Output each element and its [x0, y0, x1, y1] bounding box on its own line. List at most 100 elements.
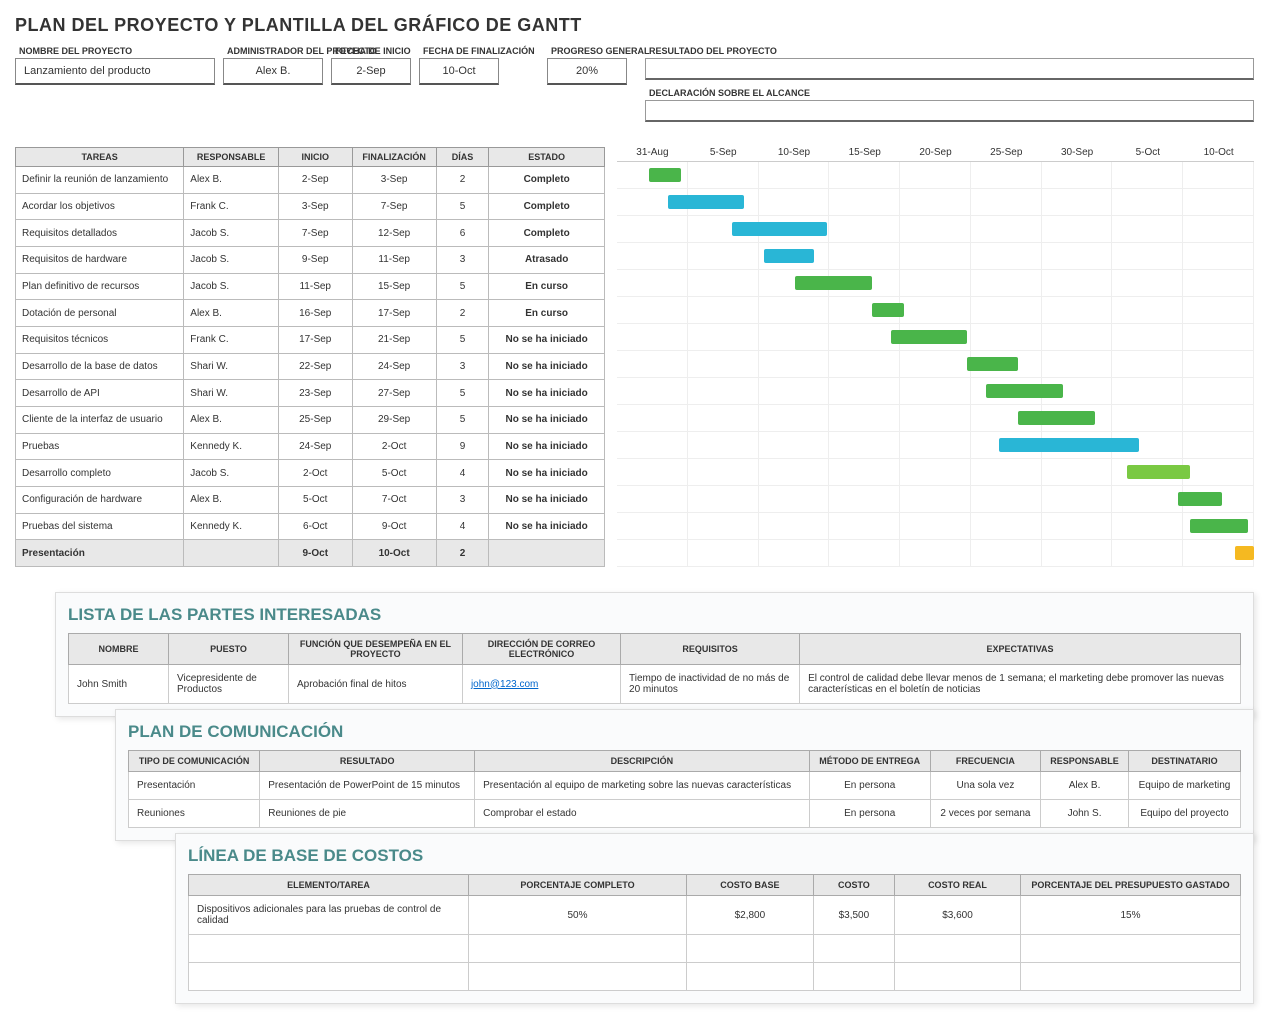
- task-end: 15-Sep: [352, 273, 436, 300]
- stakeholders-title: LISTA DE LAS PARTES INTERESADAS: [68, 605, 1241, 625]
- task-status: Atrasado: [489, 246, 605, 273]
- c-type: Presentación: [129, 772, 260, 800]
- gantt-row: [617, 216, 1254, 243]
- task-table: TAREAS RESPONSABLE INICIO FINALIZACIÓN D…: [15, 147, 605, 567]
- progress-label: PROGRESO GENERAL: [547, 44, 627, 58]
- task-days: 5: [436, 193, 489, 220]
- task-status: Completo: [489, 193, 605, 220]
- gantt-date: 15-Sep: [829, 147, 900, 158]
- task-days: 5: [436, 326, 489, 353]
- task-footer-row: Presentación 9-Oct 10-Oct 2: [16, 540, 605, 567]
- gantt-row: [617, 324, 1254, 351]
- task-status: No se ha iniciado: [489, 433, 605, 460]
- gantt-chart: 31-Aug5-Sep10-Sep15-Sep20-Sep25-Sep30-Se…: [617, 147, 1254, 567]
- task-status: [489, 540, 605, 567]
- comm-row: Reuniones Reuniones de pie Comprobar el …: [129, 800, 1241, 828]
- task-name: Presentación: [16, 540, 184, 567]
- gantt-row: [617, 513, 1254, 540]
- sh-email: DIRECCIÓN DE CORREO ELECTRÓNICO: [462, 634, 620, 665]
- task-days: 3: [436, 486, 489, 513]
- gantt-header: 31-Aug5-Sep10-Sep15-Sep20-Sep25-Sep30-Se…: [617, 147, 1254, 162]
- ch-owner: RESPONSABLE: [1041, 751, 1129, 772]
- task-end: 9-Oct: [352, 513, 436, 540]
- gantt-bar: [967, 357, 1018, 371]
- cost-row-empty: [189, 963, 1241, 991]
- task-start: 16-Sep: [278, 300, 352, 327]
- ch-freq: FRECUENCIA: [930, 751, 1040, 772]
- task-owner: Kennedy K.: [184, 433, 279, 460]
- task-days: 3: [436, 353, 489, 380]
- task-header-row: TAREAS RESPONSABLE INICIO FINALIZACIÓN D…: [16, 148, 605, 167]
- task-days: 6: [436, 220, 489, 247]
- cs-real: COSTO REAL: [894, 875, 1020, 896]
- sh-email: john@123.com: [462, 665, 620, 704]
- task-row: Pruebas del sistema Kennedy K. 6-Oct 9-O…: [16, 513, 605, 540]
- task-row: Acordar los objetivos Frank C. 3-Sep 7-S…: [16, 193, 605, 220]
- task-owner: Alex B.: [184, 486, 279, 513]
- sh-exp: El control de calidad debe llevar menos …: [800, 665, 1241, 704]
- task-name: Desarrollo de la base de datos: [16, 353, 184, 380]
- task-owner: Jacob S.: [184, 460, 279, 487]
- task-name: Desarrollo completo: [16, 460, 184, 487]
- task-name: Configuración de hardware: [16, 486, 184, 513]
- task-end: 10-Oct: [352, 540, 436, 567]
- c-result: Presentación de PowerPoint de 15 minutos: [260, 772, 475, 800]
- task-name: Definir la reunión de lanzamiento: [16, 167, 184, 194]
- communication-section: PLAN DE COMUNICACIÓN TIPO DE COMUNICACIÓ…: [115, 709, 1254, 841]
- admin-label: ADMINISTRADOR DEL PROYECTO: [223, 44, 323, 58]
- task-end: 7-Sep: [352, 193, 436, 220]
- start-date-value: 2-Sep: [331, 58, 411, 85]
- task-days: 4: [436, 460, 489, 487]
- project-name-label: NOMBRE DEL PROYECTO: [15, 44, 215, 58]
- gantt-bar: [1178, 492, 1223, 506]
- gantt-row: [617, 189, 1254, 216]
- task-row: Requisitos de hardware Jacob S. 9-Sep 11…: [16, 246, 605, 273]
- cost-base: $2,800: [686, 896, 813, 935]
- comm-row: Presentación Presentación de PowerPoint …: [129, 772, 1241, 800]
- gantt-row: [617, 540, 1254, 567]
- gantt-date: 20-Sep: [900, 147, 971, 158]
- task-name: Requisitos de hardware: [16, 246, 184, 273]
- task-row: Dotación de personal Alex B. 16-Sep 17-S…: [16, 300, 605, 327]
- task-owner: Alex B.: [184, 406, 279, 433]
- sh-req: REQUISITOS: [621, 634, 800, 665]
- task-name: Cliente de la interfaz de usuario: [16, 406, 184, 433]
- cs-cost: COSTO: [813, 875, 894, 896]
- cost-title: LÍNEA DE BASE DE COSTOS: [188, 846, 1241, 866]
- task-status: No se ha iniciado: [489, 406, 605, 433]
- task-name: Requisitos detallados: [16, 220, 184, 247]
- task-row: Cliente de la interfaz de usuario Alex B…: [16, 406, 605, 433]
- task-start: 6-Oct: [278, 513, 352, 540]
- task-start: 17-Sep: [278, 326, 352, 353]
- result-input[interactable]: [645, 58, 1254, 80]
- ch-desc: DESCRIPCIÓN: [475, 751, 809, 772]
- task-owner: Frank C.: [184, 193, 279, 220]
- task-status: En curso: [489, 300, 605, 327]
- scope-input[interactable]: [645, 100, 1254, 122]
- gantt-bar: [1190, 519, 1247, 533]
- task-row: Desarrollo de API Shari W. 23-Sep 27-Sep…: [16, 380, 605, 407]
- gantt-row: [617, 405, 1254, 432]
- progress-value: 20%: [547, 58, 627, 85]
- sh-req: Tiempo de inactividad de no más de 20 mi…: [621, 665, 800, 704]
- task-name: Acordar los objetivos: [16, 193, 184, 220]
- task-status: No se ha iniciado: [489, 326, 605, 353]
- task-end: 2-Oct: [352, 433, 436, 460]
- task-row: Definir la reunión de lanzamiento Alex B…: [16, 167, 605, 194]
- th-owner: RESPONSABLE: [184, 148, 279, 167]
- task-row: Configuración de hardware Alex B. 5-Oct …: [16, 486, 605, 513]
- sh-name: NOMBRE: [69, 634, 169, 665]
- cs-budget: PORCENTAJE DEL PRESUPUESTO GASTADO: [1021, 875, 1241, 896]
- th-status: ESTADO: [489, 148, 605, 167]
- task-row: Requisitos detallados Jacob S. 7-Sep 12-…: [16, 220, 605, 247]
- th-task: TAREAS: [16, 148, 184, 167]
- c-method: En persona: [809, 772, 930, 800]
- end-date-value: 10-Oct: [419, 58, 499, 85]
- task-days: 5: [436, 380, 489, 407]
- page-title: PLAN DEL PROYECTO Y PLANTILLA DEL GRÁFIC…: [15, 15, 1254, 36]
- gantt-bar: [1127, 465, 1191, 479]
- sh-exp: EXPECTATIVAS: [800, 634, 1241, 665]
- stakeholder-row: John Smith Vicepresidente de Productos A…: [69, 665, 1241, 704]
- gantt-date: 31-Aug: [617, 147, 688, 158]
- task-start: 24-Sep: [278, 433, 352, 460]
